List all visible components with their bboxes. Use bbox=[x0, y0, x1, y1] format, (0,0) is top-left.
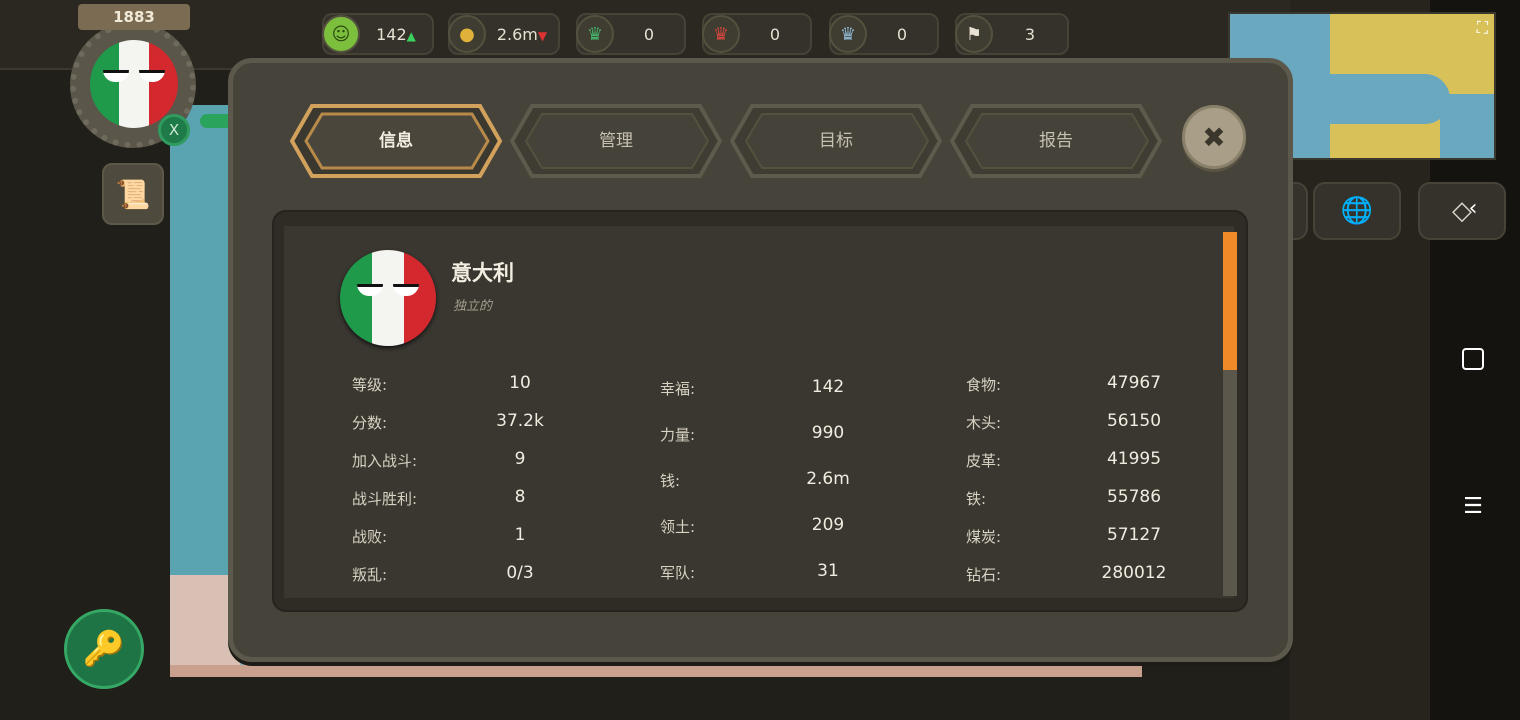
stat-label-power: 力量: bbox=[660, 426, 696, 444]
content-scrollbar[interactable] bbox=[1223, 232, 1237, 596]
scroll-icon[interactable]: 📜 bbox=[102, 163, 164, 225]
stat-value-money: 2.6m bbox=[806, 469, 850, 489]
stat-label-level: 等级: bbox=[352, 376, 388, 394]
stat-value-score: 37.2k bbox=[496, 411, 544, 431]
tab-bar: 信息 管理 目标 报告 bbox=[290, 104, 1190, 178]
resource-blue-crown[interactable]: ♛ 0 bbox=[829, 13, 939, 55]
tab-manage-label: 管理 bbox=[599, 131, 633, 151]
happiness-icon: ☺ bbox=[322, 15, 360, 53]
stat-label-score: 分数: bbox=[352, 414, 388, 432]
stat-value-defeats: 1 bbox=[514, 525, 526, 545]
stat-label-money: 钱: bbox=[660, 472, 681, 490]
stat-label-food: 食物: bbox=[966, 376, 1002, 394]
resource-alliance-value: 3 bbox=[1024, 24, 1036, 44]
stat-value-wood: 56150 bbox=[1106, 411, 1162, 431]
stat-value-coal: 57127 bbox=[1106, 525, 1162, 545]
stat-label-territory: 领土: bbox=[660, 518, 696, 536]
tab-info-label: 信息 bbox=[379, 131, 413, 151]
globe-icon[interactable]: 🌐 bbox=[1313, 182, 1401, 240]
stat-label-leather: 皮革: bbox=[966, 452, 1002, 470]
menu-icon[interactable]: ☰ bbox=[1462, 496, 1484, 518]
stat-value-food: 47967 bbox=[1106, 373, 1162, 393]
stat-value-diamond: 280012 bbox=[1101, 563, 1167, 583]
tab-reports-label: 报告 bbox=[1039, 131, 1073, 151]
ball-eyes bbox=[90, 70, 178, 82]
map-land bbox=[170, 665, 1142, 677]
country-name: 意大利 bbox=[451, 261, 514, 285]
stat-label-rebellion: 叛乱: bbox=[352, 566, 388, 584]
blue-crown-icon: ♛ bbox=[829, 15, 867, 53]
scrollbar-thumb[interactable] bbox=[1223, 232, 1237, 370]
resource-green-crown-value: 0 bbox=[643, 24, 655, 44]
stat-label-coal: 煤炭: bbox=[966, 528, 1002, 546]
tab-goals[interactable]: 目标 bbox=[730, 104, 942, 178]
tab-info[interactable]: 信息 bbox=[290, 104, 502, 178]
stat-label-defeats: 战败: bbox=[352, 528, 388, 546]
alliance-flag-icon: ⚑ bbox=[955, 15, 993, 53]
stat-value-happiness: 142 bbox=[811, 377, 845, 397]
tab-manage[interactable]: 管理 bbox=[510, 104, 722, 178]
stat-label-battles-joined: 加入战斗: bbox=[352, 452, 418, 470]
resource-red-crown[interactable]: ♛ 0 bbox=[702, 13, 812, 55]
current-year: 1883 bbox=[78, 4, 190, 30]
badge-x[interactable]: X bbox=[158, 114, 190, 146]
recents-icon[interactable] bbox=[1462, 348, 1484, 370]
stat-label-happiness: 幸福: bbox=[660, 380, 696, 398]
key-lock-icon[interactable]: 🔑 bbox=[64, 609, 144, 689]
stat-label-army: 军队: bbox=[660, 564, 696, 582]
stat-value-rebellion: 0/3 bbox=[506, 563, 534, 583]
stat-label-battles-won: 战斗胜利: bbox=[352, 490, 418, 508]
stat-value-power: 990 bbox=[811, 423, 845, 443]
stat-value-army: 31 bbox=[817, 561, 839, 581]
green-crown-icon: ♛ bbox=[576, 15, 614, 53]
stat-value-level: 10 bbox=[509, 373, 531, 393]
resource-money-value: 2.6m bbox=[496, 24, 538, 44]
resource-alliance[interactable]: ⚑ 3 bbox=[955, 13, 1069, 55]
resource-red-crown-value: 0 bbox=[769, 24, 781, 44]
country-status: 独立的 bbox=[453, 299, 493, 314]
resource-happiness-value: 142 bbox=[376, 24, 407, 44]
fullscreen-icon[interactable]: ⛶ bbox=[1477, 18, 1488, 38]
resource-money[interactable]: ● 2.6m▼ bbox=[448, 13, 560, 55]
stat-value-leather: 41995 bbox=[1106, 449, 1162, 469]
country-ball-avatar bbox=[340, 250, 436, 346]
tab-reports[interactable]: 报告 bbox=[950, 104, 1162, 178]
back-icon[interactable]: ‹ bbox=[1462, 198, 1484, 220]
close-icon[interactable]: ✖ bbox=[1182, 105, 1246, 169]
tab-goals-label: 目标 bbox=[819, 131, 853, 151]
trend-up-icon: ▲ bbox=[406, 28, 416, 43]
resource-blue-crown-value: 0 bbox=[896, 24, 908, 44]
stat-label-iron: 铁: bbox=[966, 490, 987, 508]
stat-label-diamond: 钻石: bbox=[966, 566, 1002, 584]
red-crown-icon: ♛ bbox=[702, 15, 740, 53]
resource-green-crown[interactable]: ♛ 0 bbox=[576, 13, 686, 55]
stat-value-territory: 209 bbox=[811, 515, 845, 535]
stat-value-battles-joined: 9 bbox=[514, 449, 526, 469]
stat-value-iron: 55786 bbox=[1106, 487, 1162, 507]
stat-value-battles-won: 8 bbox=[514, 487, 526, 507]
stat-label-wood: 木头: bbox=[966, 414, 1002, 432]
gold-coins-icon: ● bbox=[448, 15, 486, 53]
resource-happiness[interactable]: ☺ 142▲ bbox=[322, 13, 434, 55]
player-country-ball[interactable] bbox=[90, 40, 178, 128]
trend-down-icon: ▼ bbox=[537, 28, 548, 43]
